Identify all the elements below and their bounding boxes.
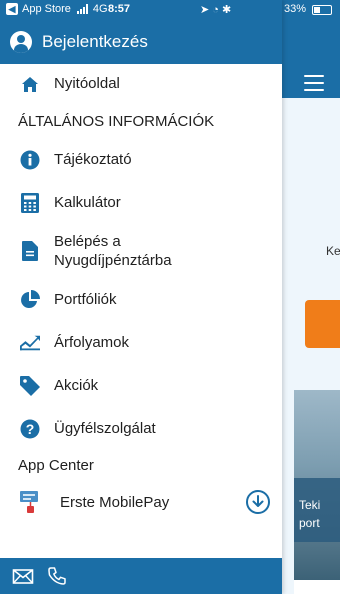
menu-item-label: Ügyfélszolgálat [54, 420, 156, 437]
home-icon [20, 74, 40, 94]
menu-item-calculator[interactable]: Kalkulátor [0, 183, 282, 222]
menu-item-label: Belépés a Nyugdíjpénztárba [54, 232, 172, 270]
back-app-label[interactable]: App Store [22, 3, 71, 15]
back-to-app-icon[interactable]: ◀ [6, 3, 18, 15]
network-type: 4G [92, 3, 108, 15]
help-icon: ? [20, 419, 40, 439]
status-icons: ➤ ◔ ✱ [200, 3, 231, 16]
clock: 8:57 [108, 3, 131, 15]
drawer-menu: Nyitóoldal ÁLTALÁNOS INFORMÁCIÓK Tájékoz… [0, 64, 282, 522]
alarm-icon: ◔ [212, 4, 219, 16]
menu-item-exchange-rates[interactable]: Árfolyamok [0, 323, 282, 362]
menu-item-label-line2: Nyugdíjpénztárba [54, 252, 172, 269]
menu-item-home[interactable]: Nyitóoldal [0, 64, 282, 103]
status-bar: ◀ App Store 4G 8:57 ➤ ◔ ✱ [0, 0, 282, 20]
menu-item-join-pension-fund[interactable]: Belépés a Nyugdíjpénztárba [0, 222, 282, 280]
calculator-icon [20, 192, 40, 213]
menu-item-promotions[interactable]: Akciók [0, 366, 282, 405]
menu-item-label: Kalkulátor [54, 194, 121, 211]
menu-item-label: Nyitóoldal [54, 75, 120, 92]
background-nav-bar [282, 20, 340, 98]
app-center-header: App Center [18, 456, 94, 474]
banner-text-line1: Teki [299, 498, 321, 512]
location-icon: ➤ [200, 4, 210, 16]
hamburger-menu-icon[interactable] [304, 75, 324, 91]
battery-percent: 33% [284, 3, 307, 15]
menu-item-label: Akciók [54, 377, 99, 394]
menu-item-info[interactable]: Tájékoztató [0, 140, 282, 179]
signal-icon [76, 4, 89, 14]
status-bar-left: ◀ App Store 4G [6, 3, 108, 15]
mail-icon[interactable] [12, 565, 34, 587]
svg-text:?: ? [26, 421, 35, 437]
tag-icon [20, 375, 40, 396]
background-orange-button[interactable] [305, 300, 340, 348]
menu-item-portfolios[interactable]: Portfóliók [0, 280, 282, 319]
document-icon [20, 241, 40, 261]
pie-chart-icon [20, 289, 40, 310]
menu-item-label: Tájékoztató [54, 151, 132, 168]
background-card [294, 580, 340, 594]
erste-mobilepay-logo-icon [18, 489, 42, 515]
app-center-item-erste-mobilepay[interactable]: Erste MobilePay [0, 482, 282, 522]
info-icon [20, 150, 40, 170]
drawer-footer [0, 558, 282, 594]
login-label: Bejelentkezés [42, 32, 148, 51]
background-partial-text: Ke [326, 244, 340, 258]
banner-text-line2: port [299, 516, 320, 530]
navigation-drawer: ◀ App Store 4G 8:57 ➤ ◔ ✱ Bejelentkezés … [0, 0, 282, 594]
menu-item-label: Árfolyamok [54, 334, 130, 351]
menu-item-label-line1: Belépés a [54, 233, 121, 250]
line-chart-icon [20, 333, 40, 353]
menu-item-customer-service[interactable]: ? Ügyfélszolgálat [0, 409, 282, 448]
background-app: 33% Ke Teki port [282, 0, 340, 594]
background-status-bar: 33% [282, 0, 340, 20]
battery-icon [312, 5, 332, 15]
login-button[interactable]: Bejelentkezés [0, 20, 282, 64]
download-icon[interactable] [246, 490, 270, 514]
bluetooth-icon: ✱ [222, 4, 232, 16]
background-banner-text[interactable]: Teki port [294, 478, 340, 542]
section-header-general-info: ÁLTALÁNOS INFORMÁCIÓK [18, 113, 215, 130]
menu-item-label: Portfóliók [54, 291, 117, 308]
app-center-item-label: Erste MobilePay [60, 493, 170, 511]
phone-icon[interactable] [46, 565, 68, 587]
user-icon [10, 31, 32, 53]
